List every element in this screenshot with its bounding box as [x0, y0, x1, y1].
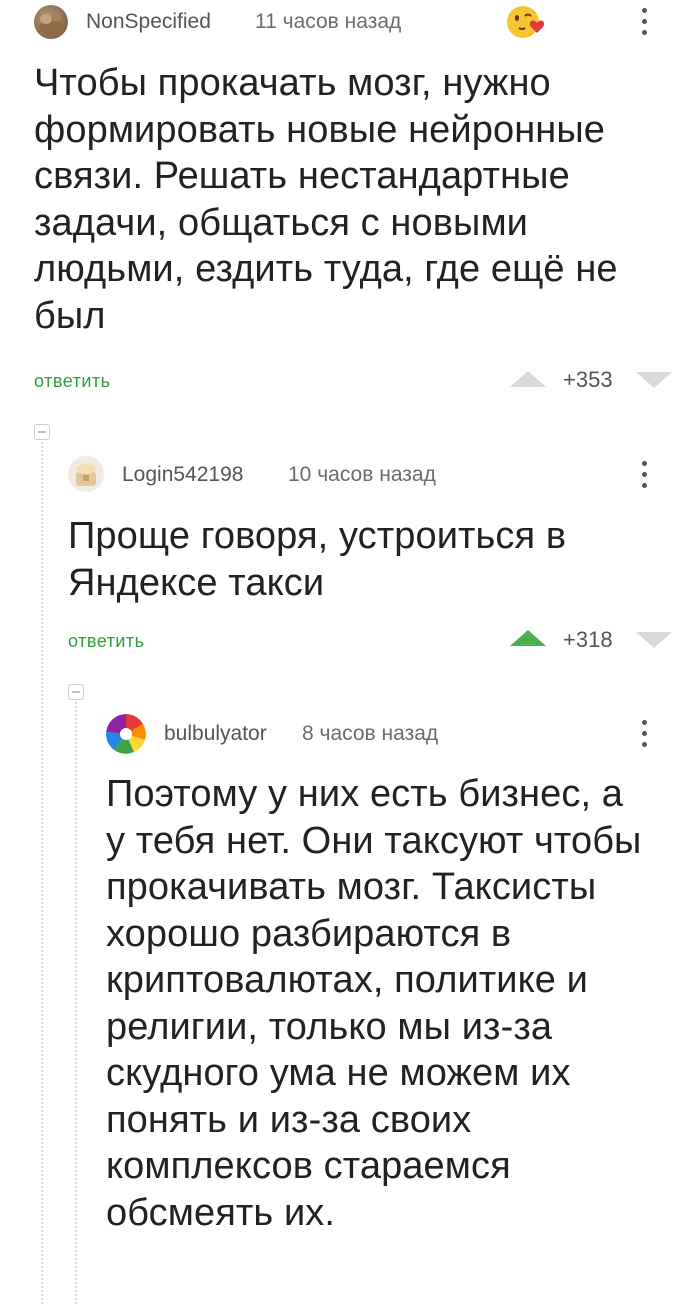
reply-link[interactable]: ответить — [34, 371, 111, 392]
comment-username[interactable]: NonSpecified — [86, 10, 211, 34]
collapse-thread-icon[interactable] — [68, 684, 84, 700]
comment-username[interactable]: Login542198 — [122, 463, 243, 487]
comment-rating: +318 — [563, 627, 613, 652]
more-options-icon[interactable] — [642, 720, 650, 753]
avatar[interactable] — [106, 714, 146, 754]
thread-line — [41, 442, 44, 1304]
avatar-image — [76, 464, 96, 486]
comment-time: 8 часов назад — [302, 722, 439, 745]
avatar-image — [39, 14, 63, 35]
upvote-icon[interactable] — [508, 369, 548, 389]
reply-link[interactable]: ответить — [68, 631, 145, 652]
comment-text: Поэтому у них есть бизнес, а у тебя нет.… — [106, 773, 642, 1234]
comment-time: 11 часов назад — [255, 10, 402, 33]
comment-text: Проще говоря, устроиться в Яндексе такси — [68, 515, 567, 604]
avatar[interactable] — [68, 456, 104, 492]
more-options-icon[interactable] — [642, 8, 650, 41]
heart-kiss-emoji-icon — [505, 3, 549, 41]
comment-rating: +353 — [563, 367, 613, 392]
downvote-icon[interactable] — [634, 370, 674, 390]
avatar[interactable] — [34, 5, 68, 39]
upvote-icon[interactable] — [508, 628, 548, 648]
avatar-image — [106, 714, 146, 754]
comment-username[interactable]: bulbulyator — [164, 722, 267, 746]
comment-time: 10 часов назад — [288, 463, 436, 486]
thread-line — [75, 702, 78, 1304]
more-options-icon[interactable] — [642, 461, 650, 494]
comment-text: Чтобы прокачать мозг, нужно формировать … — [34, 62, 618, 337]
collapse-thread-icon[interactable] — [34, 424, 50, 440]
downvote-icon[interactable] — [634, 630, 674, 650]
